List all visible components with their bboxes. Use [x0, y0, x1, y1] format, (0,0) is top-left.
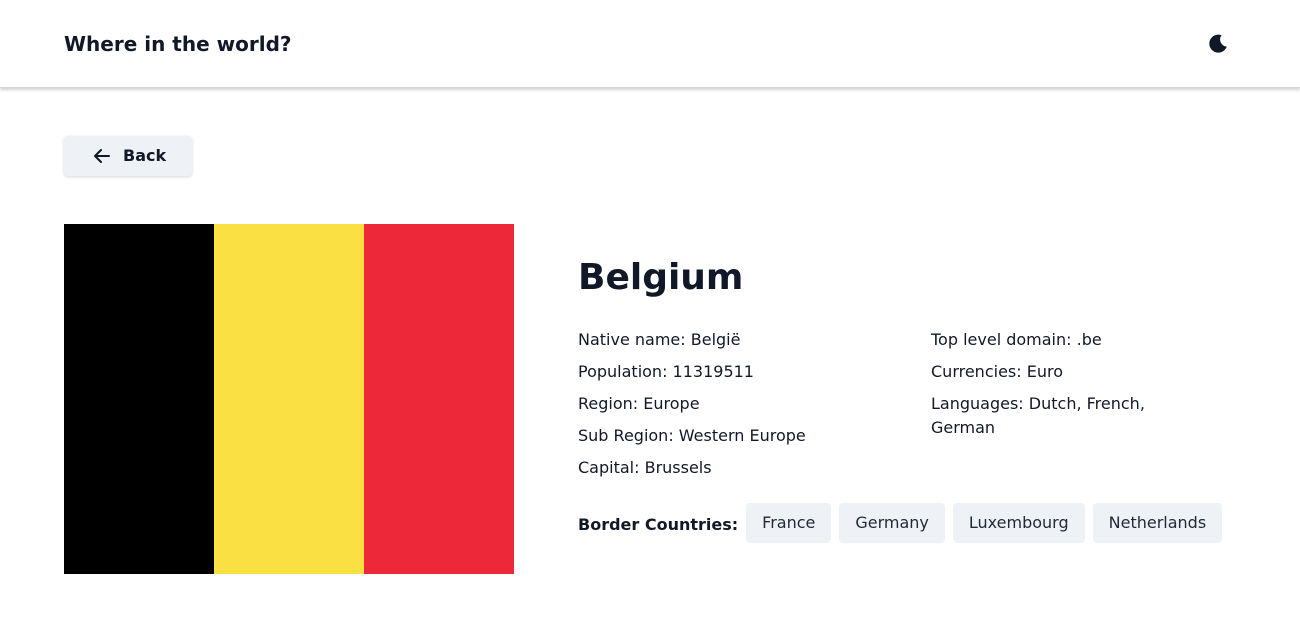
- country-name: Belgium: [578, 257, 744, 298]
- moon-icon: [1209, 34, 1227, 53]
- arrow-left-icon: [94, 149, 110, 163]
- region-label: Region:: [578, 394, 639, 413]
- app-title: Where in the world?: [64, 32, 292, 56]
- back-button-label: Back: [123, 146, 167, 165]
- population-label: Population:: [578, 362, 668, 381]
- capital-label: Capital:: [578, 458, 640, 477]
- app-header: Where in the world?: [0, 0, 1300, 88]
- border-country-luxembourg[interactable]: Luxembourg: [952, 503, 1085, 543]
- sub-region-value: Western Europe: [678, 426, 806, 445]
- flag-stripe-red: [364, 224, 514, 574]
- flag-stripe-black: [64, 224, 214, 574]
- population-value: 11319511: [672, 362, 754, 381]
- languages-row: Languages: Dutch, French, German: [931, 392, 1171, 440]
- sub-region-row: Sub Region: Western Europe: [578, 424, 908, 448]
- currencies-value: Euro: [1026, 362, 1063, 381]
- country-details-primary: Native name: België Population: 11319511…: [578, 328, 908, 488]
- native-name-label: Native name:: [578, 330, 686, 349]
- border-country-germany[interactable]: Germany: [839, 503, 945, 543]
- languages-label: Languages:: [931, 394, 1024, 413]
- back-button[interactable]: Back: [64, 136, 192, 176]
- country-details-secondary: Top level domain: .be Currencies: Euro L…: [931, 328, 1171, 448]
- border-country-france[interactable]: France: [746, 503, 832, 543]
- capital-value: Brussels: [644, 458, 712, 477]
- native-name-value: België: [690, 330, 741, 349]
- flag-stripe-yellow: [214, 224, 364, 574]
- country-flag: [64, 224, 514, 574]
- native-name-row: Native name: België: [578, 328, 908, 352]
- border-countries: Border Countries: France Germany Luxembo…: [578, 503, 1230, 543]
- capital-row: Capital: Brussels: [578, 456, 908, 480]
- currencies-row: Currencies: Euro: [931, 360, 1171, 384]
- theme-toggle-button[interactable]: [1206, 32, 1230, 56]
- currencies-label: Currencies:: [931, 362, 1022, 381]
- sub-region-label: Sub Region:: [578, 426, 674, 445]
- top-level-domain-row: Top level domain: .be: [931, 328, 1171, 352]
- region-value: Europe: [643, 394, 700, 413]
- top-level-domain-value: .be: [1076, 330, 1102, 349]
- region-row: Region: Europe: [578, 392, 908, 416]
- border-country-netherlands[interactable]: Netherlands: [1092, 503, 1223, 543]
- population-row: Population: 11319511: [578, 360, 908, 384]
- border-countries-label: Border Countries:: [578, 515, 739, 534]
- top-level-domain-label: Top level domain:: [931, 330, 1072, 349]
